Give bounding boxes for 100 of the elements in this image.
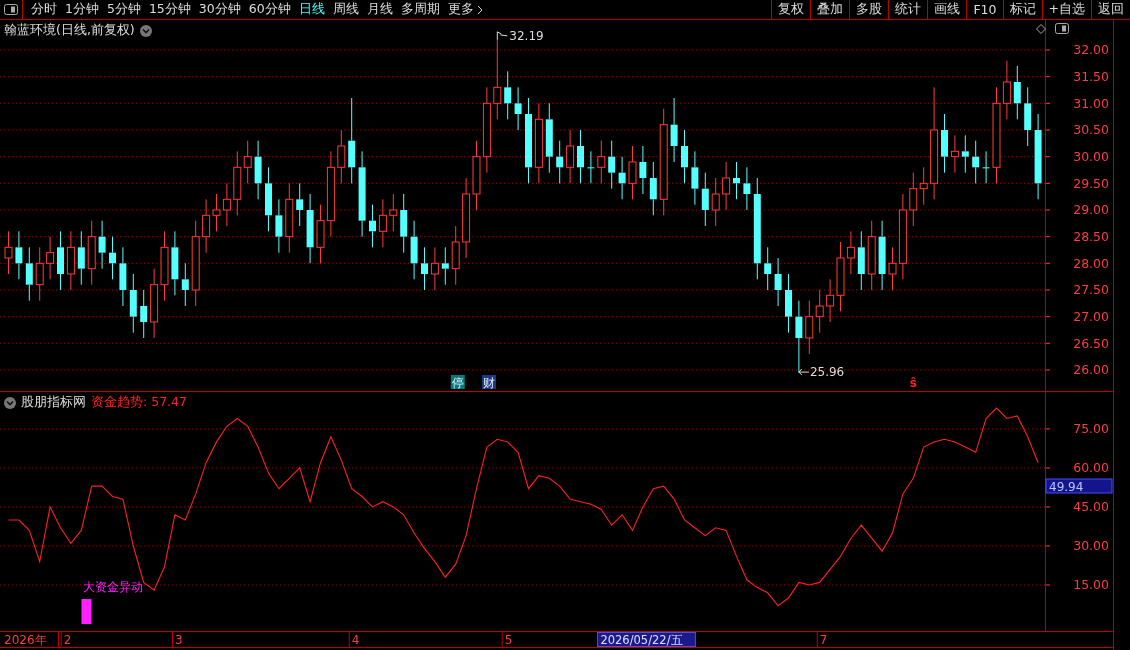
period-tab[interactable]: 1分钟	[61, 1, 103, 18]
toolbar-button[interactable]: 叠加	[810, 0, 850, 19]
candlestick	[639, 145, 647, 195]
period-tab[interactable]: 日线	[294, 1, 329, 18]
candlestick	[421, 246, 428, 291]
candlestick	[389, 193, 398, 232]
candlestick	[857, 230, 865, 291]
axis-label: 29.00	[1073, 202, 1109, 218]
candlestick	[815, 289, 824, 334]
axis-label: 30.00	[1073, 149, 1109, 165]
candlestick	[722, 161, 731, 211]
signal-bar	[81, 599, 92, 624]
candlestick	[275, 198, 283, 254]
candlestick	[77, 230, 85, 286]
candlestick	[66, 230, 75, 291]
high-price-label: 32.19	[496, 28, 544, 43]
signal-label: 大资金异动	[82, 580, 143, 594]
period-tab[interactable]: 60分钟	[244, 1, 295, 18]
low-price-label: 25.96	[798, 365, 845, 380]
axis-label: 27.00	[1073, 309, 1109, 325]
candlestick	[608, 140, 616, 190]
axis-label: 60.00	[1073, 460, 1109, 476]
panel-toggle-icon[interactable]	[4, 4, 18, 15]
candlestick	[222, 182, 231, 227]
toolbar-button[interactable]: 复权	[771, 0, 811, 19]
toolbar-button[interactable]: 返回	[1091, 0, 1130, 19]
toolbar-button[interactable]: +自选	[1041, 0, 1091, 19]
period-tab[interactable]: 分时	[27, 1, 61, 18]
toolbar-button[interactable]: 标记	[1002, 0, 1042, 19]
year-label: 2026年	[4, 633, 47, 647]
annotation: 25.96	[809, 365, 845, 380]
candlestick	[961, 134, 969, 174]
month-label: 3	[175, 633, 183, 647]
candlestick	[785, 273, 792, 334]
diamond-icon[interactable]	[1036, 23, 1046, 34]
axis-label: 27.50	[1073, 282, 1109, 298]
candlestick	[556, 140, 564, 184]
candlestick	[691, 150, 699, 206]
candlestick	[87, 220, 96, 286]
chevron-icon	[476, 4, 483, 15]
panel-toggle-icon[interactable]	[1055, 23, 1069, 34]
candlestick	[577, 129, 584, 184]
signal-marker: ŝ	[909, 376, 917, 390]
toolbar-button[interactable]: F10	[966, 0, 1003, 19]
annotation: 32.19	[509, 28, 544, 43]
candlestick	[15, 230, 23, 280]
period-tab[interactable]: 多周期	[396, 1, 444, 18]
halt-marker[interactable]: 停	[450, 375, 465, 390]
candlestick	[1013, 65, 1021, 120]
dropdown-icon[interactable]	[139, 24, 152, 37]
period-tab[interactable]: 5分钟	[102, 1, 145, 18]
toolbar-button[interactable]: 统计	[888, 0, 928, 19]
chart-title: 翰蓝环境(日线,前复权)	[4, 22, 135, 39]
candlestick	[400, 193, 408, 254]
candlestick	[129, 273, 137, 334]
candlestick	[4, 230, 13, 275]
period-tab[interactable]: 30分钟	[194, 1, 245, 18]
axis-label: 31.50	[1073, 69, 1109, 85]
indicator-source: 股朋指标网	[21, 394, 86, 411]
period-tab[interactable]: 更多	[443, 1, 487, 18]
indicator-value: 资金趋势: 57.47	[91, 394, 187, 411]
candlestick	[597, 140, 606, 184]
toolbar-button[interactable]: 画线	[927, 0, 967, 19]
candlestick	[441, 246, 449, 286]
candlestick	[711, 177, 720, 227]
candlestick	[285, 182, 294, 254]
month-label: 7	[819, 633, 828, 647]
candlestick	[306, 193, 314, 264]
month-label: 5	[504, 633, 513, 647]
axis-label: 28.00	[1073, 255, 1109, 271]
candlestick	[628, 145, 637, 200]
candlestick	[950, 134, 959, 174]
candlestick	[878, 220, 886, 291]
candlestick	[867, 220, 876, 291]
month-label: 2	[63, 633, 72, 647]
axis-label: 26.00	[1073, 362, 1109, 378]
candlestick	[982, 150, 990, 184]
dropdown-icon[interactable]	[4, 396, 16, 409]
period-tab[interactable]: 15分钟	[144, 1, 195, 18]
candlestick	[514, 86, 522, 131]
candlestick	[25, 246, 33, 302]
candlestick	[941, 113, 948, 174]
candlestick	[171, 230, 179, 296]
finance-marker[interactable]: 财	[482, 375, 496, 390]
axis-label: 45.00	[1073, 499, 1109, 515]
axis-label: 26.50	[1073, 335, 1109, 351]
candlestick	[909, 172, 918, 227]
toolbar-button[interactable]: 多股	[849, 0, 889, 19]
period-tab[interactable]: 月线	[362, 1, 397, 18]
candlestick	[545, 102, 553, 174]
candlestick	[649, 161, 657, 216]
candlestick	[378, 198, 387, 248]
candlestick	[504, 70, 512, 120]
candlestick	[181, 262, 189, 307]
candlestick	[805, 300, 814, 355]
candlestick	[140, 289, 148, 339]
period-tab[interactable]: 周线	[328, 1, 363, 18]
candlestick	[150, 268, 159, 339]
candlestick	[57, 230, 64, 291]
axis-label: 29.50	[1073, 175, 1109, 191]
